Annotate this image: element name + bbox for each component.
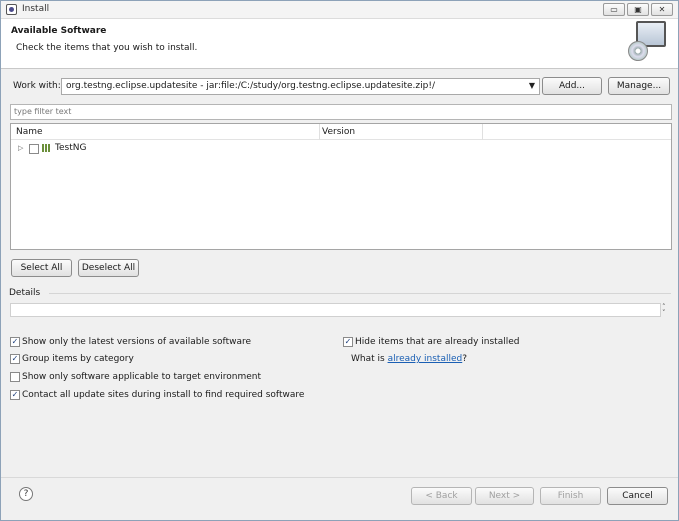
help-icon[interactable]: ? <box>19 487 33 501</box>
add-button[interactable]: Add... <box>542 77 602 95</box>
column-version[interactable]: Version <box>322 127 355 137</box>
finish-button[interactable]: Finish <box>540 487 601 505</box>
applicable-only-label: Show only software applicable to target … <box>22 372 262 382</box>
column-separator <box>319 124 320 140</box>
group-by-category-label: Group items by category <box>22 354 134 364</box>
applicable-only-checkbox[interactable] <box>10 372 20 382</box>
disc-icon <box>628 41 648 61</box>
close-button[interactable]: ✕ <box>651 3 673 16</box>
app-icon <box>6 4 17 15</box>
deselect-all-button[interactable]: Deselect All <box>78 259 139 277</box>
what-is-prefix: What is <box>351 354 388 364</box>
testng-checkbox[interactable] <box>29 144 39 154</box>
column-name[interactable]: Name <box>16 127 43 137</box>
hide-installed-label: Hide items that are already installed <box>355 337 520 347</box>
expand-arrow-icon[interactable]: ▷ <box>18 144 23 152</box>
maximize-button[interactable]: ▣ <box>627 3 649 16</box>
install-dialog: Install ▭ ▣ ✕ Available Software Check t… <box>0 0 679 521</box>
filter-input[interactable]: type filter text <box>10 104 672 120</box>
details-divider <box>49 293 671 294</box>
work-with-value: org.testng.eclipse.updatesite - jar:file… <box>66 81 435 91</box>
manage-button[interactable]: Manage... <box>608 77 670 95</box>
already-installed-link[interactable]: already installed <box>388 354 463 364</box>
details-label: Details <box>9 288 41 298</box>
work-with-label: Work with: <box>13 81 61 91</box>
install-software-icon <box>628 21 666 61</box>
select-all-button[interactable]: Select All <box>11 259 72 277</box>
back-button[interactable]: < Back <box>411 487 472 505</box>
contact-sites-label: Contact all update sites during install … <box>22 390 305 400</box>
page-title: Available Software <box>11 26 107 36</box>
show-latest-label: Show only the latest versions of availab… <box>22 337 252 347</box>
cancel-button[interactable]: Cancel <box>607 487 668 505</box>
window-title: Install <box>22 4 50 14</box>
tree-header: Name Version <box>11 124 671 140</box>
hide-installed-checkbox[interactable]: ✓ <box>343 337 353 347</box>
minimize-button[interactable]: ▭ <box>603 3 625 16</box>
category-icon <box>42 144 52 152</box>
window-controls: ▭ ▣ ✕ <box>603 3 673 16</box>
column-separator <box>482 124 483 140</box>
contact-sites-checkbox[interactable]: ✓ <box>10 390 20 400</box>
group-by-category-checkbox[interactable]: ✓ <box>10 354 20 364</box>
work-with-combo[interactable]: org.testng.eclipse.updatesite - jar:file… <box>61 78 540 95</box>
next-button[interactable]: Next > <box>475 487 534 505</box>
title-bar: Install ▭ ▣ ✕ <box>1 1 678 19</box>
show-latest-checkbox[interactable]: ✓ <box>10 337 20 347</box>
chevron-down-icon[interactable]: ▼ <box>529 81 535 90</box>
page-subtitle: Check the items that you wish to install… <box>16 43 198 53</box>
software-tree[interactable]: Name Version ▷ TestNG <box>10 123 672 250</box>
what-is-installed-text: What is already installed? <box>351 354 467 364</box>
details-scroll-arrows-icon[interactable]: ˄ ˅ <box>662 304 666 317</box>
wizard-header: Available Software Check the items that … <box>1 19 678 69</box>
details-text-area[interactable] <box>10 303 661 317</box>
tree-item-label: TestNG <box>55 143 87 153</box>
tree-item-testng[interactable]: ▷ TestNG <box>11 142 671 156</box>
footer-divider <box>1 477 678 478</box>
what-is-suffix: ? <box>462 354 468 364</box>
